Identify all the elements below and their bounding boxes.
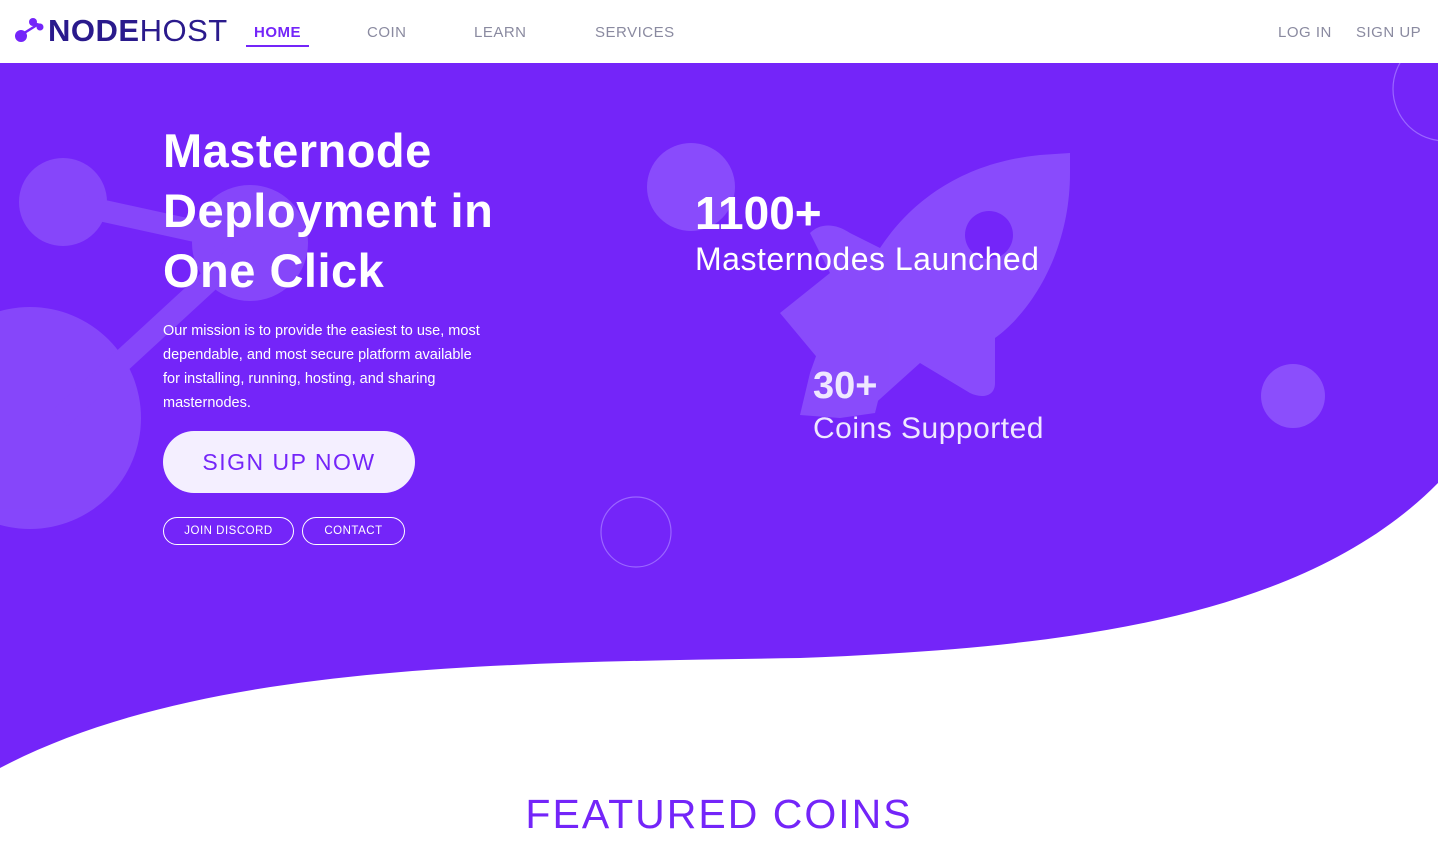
nav-services[interactable]: SERVICES [595,24,675,41]
stat-masternodes-label: Masternodes Launched [695,241,1040,277]
brand-logo[interactable]: NODEHOST [14,14,228,48]
nav-home[interactable]: HOME [246,24,309,47]
stat-masternodes-value: 1100+ [695,187,822,239]
nav-coin[interactable]: COIN [367,24,407,41]
signup-link[interactable]: SIGN UP [1356,24,1421,41]
nav-learn[interactable]: LEARN [474,24,527,41]
logo-text: NODEHOST [48,14,228,48]
logo-text-light: HOST [139,13,228,48]
top-navbar: NODEHOST HOME COIN LEARN SERVICES LOG IN… [0,0,1438,63]
hero-title: Masternode Deployment in One Click [163,124,494,297]
featured-coins-heading: FEATURED COINS [525,791,913,837]
hero-description: Our mission is to provide the easiest to… [163,323,480,411]
stat-coins-value: 30+ [813,365,878,407]
stat-coins-label: Coins Supported [813,412,1044,445]
hero-section: Masternode Deployment in One Click Our m… [0,63,1438,783]
logo-nodes-icon [15,18,44,42]
contact-button[interactable]: CONTACT [302,517,405,545]
join-discord-button[interactable]: JOIN DISCORD [163,517,294,545]
signup-now-button[interactable]: SIGN UP NOW [163,431,415,493]
logo-text-bold: NODE [48,13,140,48]
login-link[interactable]: LOG IN [1278,24,1332,41]
